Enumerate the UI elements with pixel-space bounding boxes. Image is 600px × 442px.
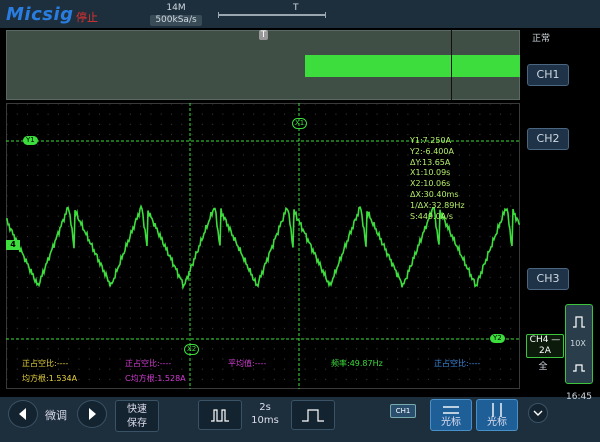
ch2-button[interactable]: CH2 [527, 128, 569, 150]
measure-pos-duty-2[interactable]: 正占空比:---- [125, 358, 171, 369]
readout-y2: Y2:-6.400A [410, 146, 454, 156]
cursor-source-ch1[interactable]: CH1 [390, 404, 416, 418]
measure-frequency[interactable]: 频率:49.87Hz [331, 358, 383, 369]
readout-slope: S:449.0A/s [410, 211, 454, 221]
measure-mean[interactable]: 平均值:---- [228, 358, 266, 369]
ch3-button[interactable]: CH3 [527, 268, 569, 290]
prev-button[interactable] [8, 400, 38, 428]
readout-delta-y: ΔY:13.65A [410, 157, 451, 167]
clock: 16:45 [566, 392, 592, 402]
acquisition-status: 正常 [532, 34, 551, 44]
timebase-decrease-button[interactable] [198, 400, 242, 430]
next-button[interactable] [77, 400, 107, 428]
measure-rms-1[interactable]: 均方根:1.534A [22, 373, 77, 384]
memory-depth[interactable]: 14M [150, 3, 202, 14]
horizontal-cursor-button[interactable]: 光标 [430, 399, 472, 431]
vertical-cursor-label: 光标 [487, 417, 507, 428]
timebase-per-div: 10ms [251, 415, 279, 426]
pulse-narrow-icon [211, 409, 229, 422]
more-menu-button[interactable] [528, 403, 548, 423]
chevron-right-icon [89, 408, 96, 420]
overview-trigger-icon: T [259, 30, 268, 40]
quick-save-button[interactable]: 快速 保存 [115, 400, 159, 432]
sample-rate[interactable]: 500kSa/s [150, 15, 202, 26]
brand-logo: Micsig [6, 4, 74, 25]
cursor-y2-tag[interactable]: Y2 [490, 334, 505, 343]
fine-adjust-label[interactable]: 微调 [45, 407, 67, 423]
cursor-x1-tag[interactable]: X1 [292, 118, 308, 129]
trigger-position-marker-icon[interactable]: T [293, 3, 299, 13]
overview-view-cursor [451, 30, 452, 100]
ch4-ground-marker-icon[interactable]: 4 [6, 240, 20, 250]
run-stop-status[interactable]: 停止 [76, 9, 98, 25]
quick-save-label-1: 快速 [127, 404, 147, 415]
chevron-left-icon [19, 408, 26, 420]
measure-rms-2[interactable]: C均方根:1.528A [125, 373, 186, 384]
cursor-readout-panel: Y1:7.250A Y2:-6.400A ΔY:13.65A X1:10.09s… [410, 136, 465, 222]
vertical-cursor-button[interactable]: 光标 [476, 399, 518, 431]
memory-window-bracket[interactable] [218, 12, 326, 18]
timebase-total: 2s [259, 402, 271, 413]
overview-waveform [305, 55, 520, 77]
ch4-button[interactable]: CH4 — 2A [526, 334, 564, 358]
horizontal-cursor-label: 光标 [441, 417, 461, 428]
chevron-down-icon [533, 410, 543, 416]
ch4-scale: 2A [539, 346, 551, 356]
ch1-button[interactable]: CH1 [527, 64, 569, 86]
readout-inverse-delta-x: 1/ΔX:32.89Hz [410, 200, 465, 210]
readout-delta-x: ΔX:30.40ms [410, 189, 459, 199]
bandwidth-full-label[interactable]: 全 [528, 359, 558, 372]
probe-ratio-label: 10X [570, 339, 586, 348]
readout-x2: X2:10.06s [410, 179, 451, 189]
readout-y1: Y1:7.250A [410, 136, 452, 145]
readout-x1: X1:10.09s [410, 168, 451, 178]
cursor-y1-tag[interactable]: Y1 [23, 136, 38, 145]
timebase-increase-button[interactable] [291, 400, 335, 430]
measure-pos-duty-1[interactable]: 正占空比:---- [22, 358, 68, 369]
quick-save-label-2: 保存 [127, 418, 147, 429]
measure-pos-duty-3[interactable]: 正占空比:---- [434, 358, 480, 369]
timebase-display[interactable]: 2s 10ms [246, 401, 284, 427]
pulse-wide-icon [302, 409, 324, 422]
ch4-label: CH4 — [529, 335, 561, 345]
cursor-x2-tag[interactable]: X2 [184, 344, 200, 355]
